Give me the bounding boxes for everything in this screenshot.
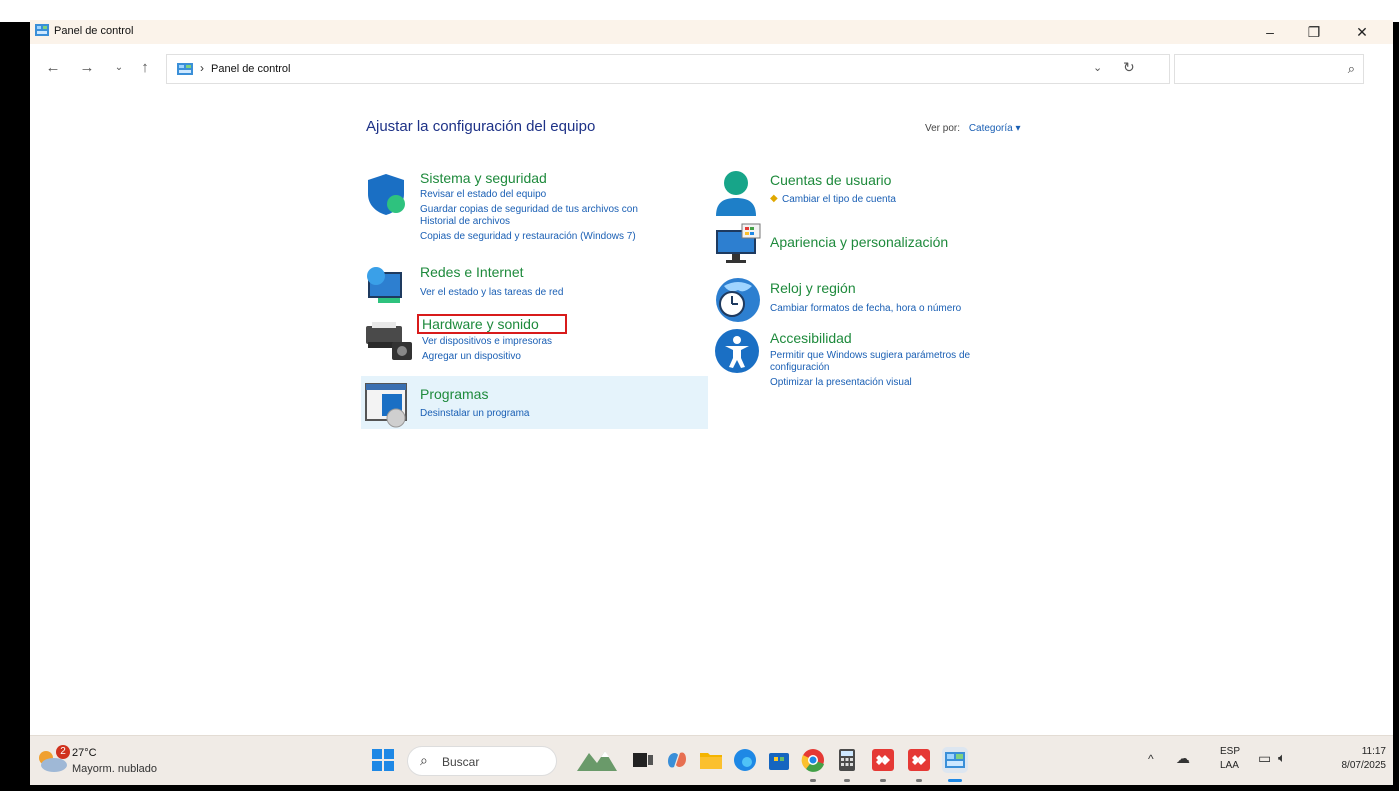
- running-indicator: [880, 779, 886, 782]
- category-apariencia-y-personalizacion: Apariencia y personalización: [714, 222, 1054, 266]
- category-link[interactable]: Revisar el estado del equipo: [420, 189, 546, 200]
- refresh-icon[interactable]: ↻: [1123, 59, 1135, 76]
- category-link[interactable]: Permitir que Windows sugiera parámetros …: [770, 350, 970, 361]
- taskbar-search[interactable]: ⌕ Buscar: [407, 746, 557, 776]
- mountains-icon[interactable]: [575, 747, 619, 773]
- accessibility-icon: [715, 329, 759, 373]
- store-icon[interactable]: [766, 747, 792, 773]
- running-indicator: [810, 779, 816, 782]
- language-indicator-bottom[interactable]: LAA: [1220, 760, 1239, 771]
- category-title[interactable]: Apariencia y personalización: [770, 234, 948, 250]
- view-by-label: Ver por:: [925, 123, 961, 134]
- screen-frame: Panel de control – ❐ ✕ ← → ⌄ ↑ › Panel d…: [0, 0, 1399, 791]
- navigation-bar: ← → ⌄ ↑ › Panel de control ⌄ ↻ ⌕: [30, 52, 1393, 84]
- network-globe-icon: [367, 267, 402, 303]
- title-bar: Panel de control – ❐ ✕: [30, 20, 1393, 44]
- programs-icon: [365, 383, 407, 428]
- view-by: Ver por: Categoría ▾: [925, 123, 1021, 134]
- view-by-select[interactable]: Categoría ▾: [969, 123, 1021, 134]
- category-link[interactable]: Cambiar el tipo de cuenta: [782, 194, 896, 205]
- arrow-up-icon[interactable]: ↑: [134, 56, 156, 78]
- category-link[interactable]: Guardar copias de seguridad de tus archi…: [420, 204, 638, 215]
- network-icon[interactable]: ▭: [1258, 750, 1271, 767]
- arrow-right-icon[interactable]: →: [76, 56, 98, 78]
- task-view-icon[interactable]: [630, 747, 656, 773]
- minimize-button[interactable]: –: [1248, 20, 1292, 44]
- search-input[interactable]: ⌕: [1174, 54, 1364, 84]
- taskbar: 2 27°C Mayorm. nublado ⌕ Buscar ^ ☁ ESP …: [30, 735, 1393, 785]
- chrome-icon[interactable]: [800, 747, 826, 773]
- category-link[interactable]: configuración: [770, 362, 829, 373]
- category-reloj-y-region: Reloj y región Cambiar formatos de fecha…: [714, 276, 1054, 326]
- page-title: Ajustar la configuración del equipo: [366, 118, 596, 135]
- address-bar[interactable]: › Panel de control ⌄ ↻: [166, 54, 1170, 84]
- arrow-left-icon[interactable]: ←: [42, 56, 64, 78]
- breadcrumb-panel-de-control[interactable]: Panel de control: [211, 63, 291, 75]
- volume-icon[interactable]: 🔈︎: [1278, 750, 1286, 766]
- notification-badge: 2: [56, 745, 70, 759]
- anydesk-icon[interactable]: [906, 747, 932, 773]
- active-indicator: [948, 779, 962, 782]
- category-link[interactable]: Cambiar formatos de fecha, hora o número: [770, 303, 961, 314]
- close-button[interactable]: ✕: [1340, 20, 1384, 44]
- printer-icon: [366, 322, 412, 360]
- view-by-value[interactable]: Categoría: [969, 123, 1013, 134]
- user-icon: [716, 171, 756, 216]
- file-explorer-icon[interactable]: [698, 747, 724, 773]
- shield-icon: ◆: [770, 193, 778, 204]
- control-panel-icon: [35, 24, 49, 36]
- control-panel-icon: [177, 63, 193, 75]
- chevron-up-icon[interactable]: ^: [1148, 752, 1154, 766]
- running-indicator: [916, 779, 922, 782]
- category-cuentas-de-usuario: Cuentas de usuario ◆ Cambiar el tipo de …: [714, 170, 1054, 220]
- category-title[interactable]: Programas: [420, 386, 488, 402]
- copilot-icon[interactable]: [664, 747, 690, 773]
- highlight-box: [417, 314, 567, 334]
- category-link[interactable]: Ver dispositivos e impresoras: [422, 336, 552, 347]
- cloud-offline-icon[interactable]: ☁: [1176, 750, 1190, 767]
- clock-globe-icon: [716, 278, 760, 322]
- weather-temperature: 27°C: [72, 747, 97, 759]
- category-title[interactable]: Reloj y región: [770, 280, 856, 296]
- clock-date[interactable]: 8/07/2025: [1342, 760, 1387, 771]
- chevron-right-icon: ›: [200, 61, 204, 75]
- language-indicator-top[interactable]: ESP: [1220, 746, 1240, 757]
- anydesk-icon[interactable]: [870, 747, 896, 773]
- category-link[interactable]: Copias de seguridad y restauración (Wind…: [420, 231, 636, 242]
- search-icon: ⌕: [420, 752, 428, 768]
- calculator-icon[interactable]: [834, 747, 860, 773]
- category-title[interactable]: Redes e Internet: [420, 264, 524, 280]
- category-link[interactable]: Historial de archivos: [420, 216, 510, 227]
- category-sistema-y-seguridad: Sistema y seguridad Revisar el estado de…: [364, 170, 704, 260]
- top-strip: [0, 0, 1399, 22]
- chevron-down-icon[interactable]: ⌄: [108, 56, 130, 78]
- category-link[interactable]: Agregar un dispositivo: [422, 351, 521, 362]
- edge-icon[interactable]: [732, 747, 758, 773]
- start-icon[interactable]: [370, 747, 396, 773]
- category-link[interactable]: Desinstalar un programa: [420, 408, 530, 419]
- category-programas: Programas Desinstalar un programa: [364, 382, 704, 430]
- clock-time[interactable]: 11:17: [1362, 746, 1386, 757]
- system-tray: ^ ☁ ESP LAA ▭ 🔈︎ 11:17 8/07/2025: [1130, 744, 1390, 780]
- chevron-down-icon[interactable]: ⌄: [1093, 61, 1102, 74]
- category-redes-e-internet: Redes e Internet Ver el estado y las tar…: [364, 264, 704, 314]
- category-title[interactable]: Sistema y seguridad: [420, 170, 547, 186]
- category-link[interactable]: Ver el estado y las tareas de red: [420, 287, 563, 298]
- category-accesibilidad: Accesibilidad Permitir que Windows sugie…: [714, 328, 1054, 390]
- category-link[interactable]: Optimizar la presentación visual: [770, 377, 912, 388]
- taskbar-search-label: Buscar: [442, 755, 480, 769]
- monitor-icon: [716, 223, 761, 263]
- control-panel-window: Panel de control – ❐ ✕ ← → ⌄ ↑ › Panel d…: [30, 20, 1393, 785]
- weather-widget[interactable]: 2 27°C Mayorm. nublado: [36, 742, 196, 780]
- weather-condition: Mayorm. nublado: [72, 763, 157, 775]
- running-indicator: [844, 779, 850, 782]
- maximize-button[interactable]: ❐: [1292, 20, 1336, 44]
- category-title[interactable]: Accesibilidad: [770, 330, 852, 346]
- shield-icon: [368, 174, 405, 215]
- control-panel-icon[interactable]: [942, 747, 968, 773]
- category-title[interactable]: Cuentas de usuario: [770, 172, 891, 188]
- window-title: Panel de control: [54, 25, 134, 37]
- search-icon[interactable]: ⌕: [1348, 61, 1355, 77]
